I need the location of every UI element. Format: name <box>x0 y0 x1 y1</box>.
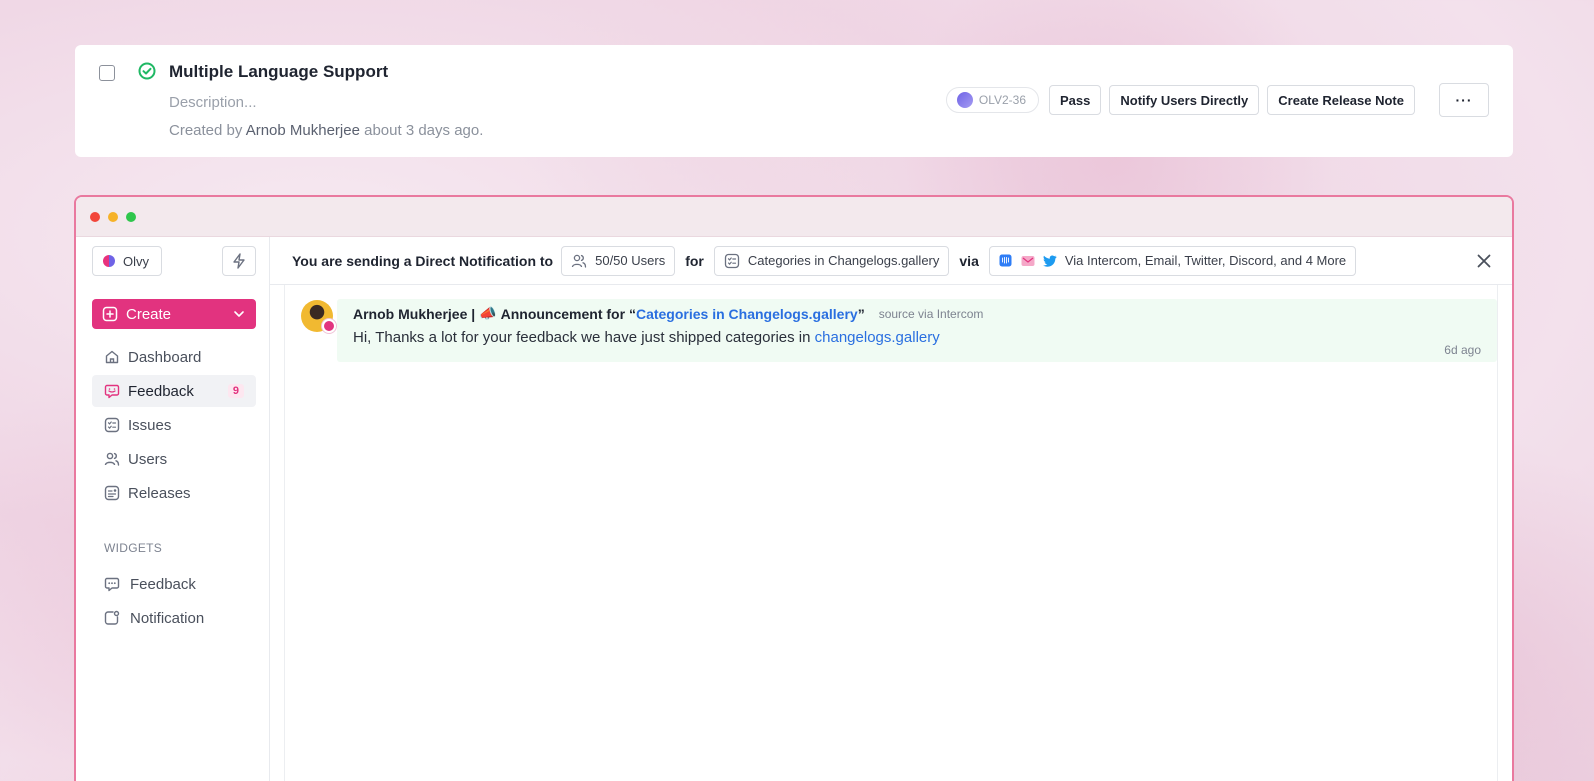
home-icon <box>105 350 119 364</box>
task-description[interactable]: Description... <box>169 94 257 111</box>
task-id: OLV2-36 <box>978 93 1026 107</box>
task-id-pill[interactable]: OLV2-36 <box>945 87 1039 113</box>
more-options-button[interactable]: ··· <box>1439 83 1489 117</box>
message-author: Arnob Mukherjee | <box>353 305 476 322</box>
megaphone-icon: 📣 <box>479 305 497 321</box>
check-circle-icon <box>138 62 156 80</box>
announcement-link[interactable]: Categories in Changelogs.gallery <box>636 306 858 322</box>
message-body-text: Hi, Thanks a lot for your feedback we ha… <box>353 329 811 346</box>
message-header: Arnob Mukherjee | 📣 Announcement for “Ca… <box>353 305 1481 322</box>
sidebar-item-label: Issues <box>128 416 172 434</box>
window-close-dot[interactable] <box>90 212 100 222</box>
channels-chip-label: Via Intercom, Email, Twitter, Discord, a… <box>1064 253 1347 268</box>
releases-icon <box>104 485 120 501</box>
announcement-prefix: Announcement for “ <box>500 305 636 322</box>
channels-chip[interactable]: Via Intercom, Email, Twitter, Discord, a… <box>988 245 1357 276</box>
sidebar-nav: Dashboard Feedback 9 Issues Users Releas… <box>92 341 256 511</box>
category-chip-label: Categories in Changelogs.gallery <box>747 253 940 268</box>
main-panel: You are sending a Direct Notification to… <box>270 237 1512 781</box>
meta-author: Arnob Mukherjee <box>245 122 360 139</box>
sidebar-item-issues[interactable]: Issues <box>92 409 256 441</box>
sidebar-item-label: Dashboard <box>128 348 202 366</box>
category-chip[interactable]: Categories in Changelogs.gallery <box>713 245 950 276</box>
sidebar-item-dashboard[interactable]: Dashboard <box>92 341 256 373</box>
avatar[interactable] <box>301 300 337 334</box>
workspace-name: Olvy <box>123 253 149 269</box>
create-release-note-button[interactable]: Create Release Note <box>1267 85 1415 115</box>
bolt-icon <box>233 253 245 269</box>
sidebar-item-label: Notification <box>130 609 205 627</box>
feedback-icon <box>104 384 120 399</box>
message-feed: Arnob Mukherjee | 📣 Announcement for “Ca… <box>270 285 1512 781</box>
sidebar: Olvy Create Dashboard Feedback 9 Issues … <box>76 237 270 781</box>
direct-notification-bar: You are sending a Direct Notification to… <box>270 237 1512 285</box>
sidebar-item-label: Releases <box>128 484 191 502</box>
users-icon <box>571 254 587 268</box>
for-text: for <box>685 252 704 269</box>
sidebar-item-feedback[interactable]: Feedback 9 <box>92 375 256 407</box>
issues-icon <box>104 417 120 433</box>
sidebar-item-label: Users <box>128 450 168 468</box>
close-notification-button[interactable] <box>1472 249 1496 273</box>
olvy-logo-icon <box>103 255 115 267</box>
task-card: Multiple Language Support Description...… <box>75 45 1513 157</box>
sidebar-item-label: Feedback <box>130 575 196 593</box>
notification-icon <box>104 610 120 625</box>
via-text: via <box>959 252 979 269</box>
meta-prefix: Created by <box>169 122 243 139</box>
users-chip[interactable]: 50/50 Users <box>561 245 676 276</box>
sidebar-item-users[interactable]: Users <box>92 443 256 475</box>
workspace-switcher[interactable]: Olvy <box>92 246 162 276</box>
app-window: Olvy Create Dashboard Feedback 9 Issues … <box>74 195 1514 781</box>
issues-icon <box>724 253 740 268</box>
message-timestamp: 6d ago <box>1444 343 1481 357</box>
window-zoom-dot[interactable] <box>126 212 136 222</box>
task-actions: OLV2-36 Pass Notify Users Directly Creat… <box>945 83 1489 117</box>
notify-lead-text: You are sending a Direct Notification to <box>292 252 554 269</box>
email-icon <box>1021 254 1035 268</box>
message-body: Hi, Thanks a lot for your feedback we ha… <box>353 329 1481 346</box>
twitter-icon <box>1042 254 1057 268</box>
close-icon <box>1477 254 1491 267</box>
sidebar-item-label: Feedback <box>128 382 194 400</box>
announcement-suffix: ” <box>857 305 865 322</box>
create-label: Create <box>126 305 172 323</box>
pass-button[interactable]: Pass <box>1049 85 1102 115</box>
task-checkbox[interactable] <box>99 65 115 81</box>
announcement-message: Arnob Mukherjee | 📣 Announcement for “Ca… <box>337 299 1497 362</box>
quick-action-button[interactable] <box>222 246 256 276</box>
notify-users-button[interactable]: Notify Users Directly <box>1109 85 1260 115</box>
widgets-section-label: WIDGETS <box>104 541 163 555</box>
users-chip-label: 50/50 Users <box>595 253 666 268</box>
message-feed-column: Arnob Mukherjee | 📣 Announcement for “Ca… <box>284 285 1498 781</box>
task-title[interactable]: Multiple Language Support <box>169 62 388 82</box>
users-icon <box>104 452 120 466</box>
window-titlebar <box>76 197 1512 237</box>
sidebar-item-releases[interactable]: Releases <box>92 477 256 509</box>
intercom-icon <box>999 254 1013 268</box>
window-minimize-dot[interactable] <box>108 212 118 222</box>
message-source: source via Intercom <box>878 306 984 321</box>
chevron-down-icon <box>234 311 244 317</box>
meta-suffix: about 3 days ago. <box>364 122 484 139</box>
create-button[interactable]: Create <box>92 299 256 329</box>
sidebar-item-widget-notification[interactable]: Notification <box>92 602 256 634</box>
plus-square-icon <box>102 306 118 322</box>
project-logo-icon <box>956 92 973 108</box>
task-meta: Created by Arnob Mukherjee about 3 days … <box>169 122 483 139</box>
source-badge-icon <box>321 318 337 334</box>
sidebar-item-widget-feedback[interactable]: Feedback <box>92 568 256 600</box>
chat-icon <box>104 577 120 592</box>
feedback-count-badge: 9 <box>227 384 244 398</box>
app-body: Olvy Create Dashboard Feedback 9 Issues … <box>76 237 1512 781</box>
widgets-nav: Feedback Notification <box>92 568 256 636</box>
changelogs-gallery-link[interactable]: changelogs.gallery <box>815 329 940 346</box>
